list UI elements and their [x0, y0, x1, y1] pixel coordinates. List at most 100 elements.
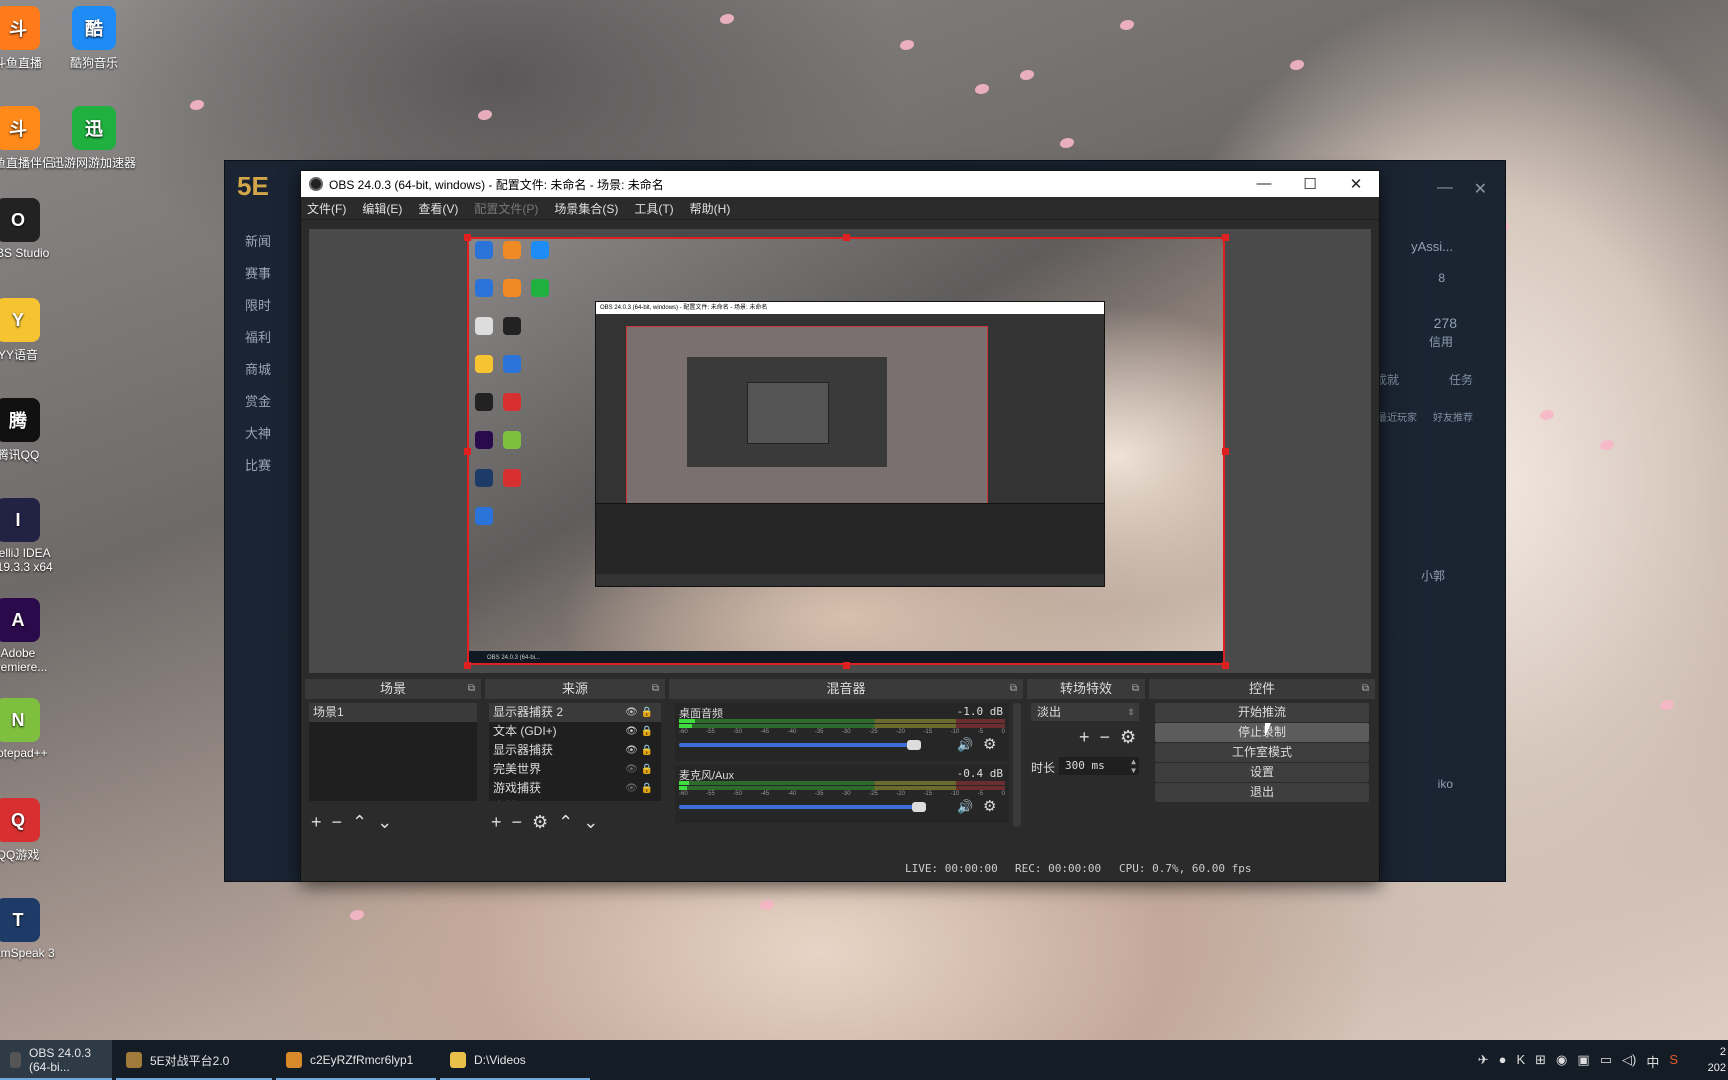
5e-menu-item[interactable]: 赏金	[245, 391, 271, 410]
duration-spinbox[interactable]: 300 ms ▲ ▼	[1059, 757, 1139, 775]
selection-handle[interactable]	[1222, 234, 1229, 241]
add-transition-icon[interactable]: +	[1079, 727, 1090, 748]
obs-titlebar[interactable]: OBS 24.0.3 (64-bit, windows) - 配置文件: 未命名…	[301, 171, 1379, 197]
speaker-icon[interactable]: 🔊	[957, 799, 973, 815]
speaker-icon[interactable]: 🔊	[957, 737, 973, 753]
obs-menu-item[interactable]: 工具(T)	[634, 200, 673, 217]
spin-arrows-icon[interactable]: ▲ ▼	[1131, 757, 1136, 775]
taskbar-item[interactable]: D:\Videos	[440, 1040, 590, 1080]
move-down-icon[interactable]: ⌄	[583, 812, 598, 833]
source-settings-icon[interactable]: ⚙	[532, 812, 548, 833]
5e-friend-name[interactable]: 小郭	[1421, 567, 1445, 584]
tray-sogou-icon[interactable]: S	[1669, 1052, 1678, 1071]
5e-menu-item[interactable]: 新闻	[245, 231, 271, 250]
mixer-scrollbar[interactable]	[1013, 703, 1021, 827]
desktop-icon[interactable]: 迅迅游网游加速器	[48, 106, 140, 171]
desktop-icon[interactable]: A Adobe Premiere...	[0, 598, 64, 674]
5e-menu-item[interactable]: 限时	[245, 295, 271, 314]
source-item[interactable]: 显示器捕获 👁 🔒	[489, 741, 661, 760]
obs-menu-item[interactable]: 场景集合(S)	[554, 200, 618, 217]
exit-button[interactable]: 退出	[1155, 783, 1369, 802]
desktop-icon[interactable]: 酷酷狗音乐	[48, 6, 140, 71]
preview-canvas[interactable]: OBS 24.0.3 (64-bit, windows) - 配置文件: 未命名…	[467, 237, 1225, 665]
eye-icon[interactable]: 👁	[625, 783, 638, 794]
desktop-icon[interactable]: O OBS Studio	[0, 198, 64, 260]
close-icon[interactable]: ✕	[1474, 179, 1487, 199]
minimize-icon[interactable]: —	[1437, 179, 1453, 197]
source-item[interactable]: 完美世界 👁 🔒	[489, 760, 661, 779]
settings-button[interactable]: 设置	[1155, 763, 1369, 782]
dock-float-icon[interactable]: ⧉	[1132, 679, 1139, 699]
selection-handle[interactable]	[843, 234, 850, 241]
selection-handle[interactable]	[464, 234, 471, 241]
taskbar-item[interactable]: 5E对战平台2.0	[116, 1040, 272, 1080]
obs-menu-item[interactable]: 查看(V)	[418, 200, 458, 217]
eye-icon[interactable]: 👁	[625, 726, 638, 737]
start-streaming-button[interactable]: 开始推流	[1155, 703, 1369, 722]
lock-icon[interactable]: 🔒	[638, 764, 653, 775]
5e-subtab-recommend[interactable]: 好友推荐	[1433, 409, 1473, 424]
dock-float-icon[interactable]: ⧉	[1362, 679, 1369, 699]
tray-volume-icon[interactable]: ◁)	[1622, 1052, 1636, 1071]
tray-app2-icon[interactable]: ⊞	[1535, 1052, 1546, 1071]
taskbar-item[interactable]: OBS 24.0.3 (64-bi...	[0, 1040, 112, 1080]
close-button[interactable]: ✕	[1333, 175, 1379, 193]
eye-icon[interactable]: 👁	[625, 745, 638, 756]
obs-menu-item[interactable]: 帮助(H)	[690, 200, 731, 217]
desktop-icon[interactable]: I IntelliJ IDEA 2019.3.3 x64	[0, 498, 64, 574]
selection-handle[interactable]	[1222, 662, 1229, 669]
tray-network-icon[interactable]: ▭	[1600, 1052, 1612, 1071]
obs-preview-area[interactable]: OBS 24.0.3 (64-bit, windows) - 配置文件: 未命名…	[309, 229, 1371, 673]
taskbar-clock[interactable]: 2 202	[1708, 1044, 1726, 1076]
minimize-button[interactable]: —	[1241, 175, 1287, 193]
move-up-icon[interactable]: ⌃	[352, 812, 367, 833]
remove-transition-icon[interactable]: −	[1100, 727, 1111, 748]
remove-scene-icon[interactable]: −	[332, 812, 343, 833]
volume-slider-knob[interactable]	[907, 740, 921, 750]
source-item[interactable]: 文本 (GDI+) 👁 🔒	[489, 722, 661, 741]
tray-app-icon[interactable]: ●	[1499, 1052, 1507, 1071]
lock-icon[interactable]: 🔒	[638, 726, 653, 737]
tray-kugou-icon[interactable]: K	[1516, 1052, 1525, 1071]
move-down-icon[interactable]: ⌄	[377, 812, 392, 833]
eye-icon[interactable]: 👁	[625, 707, 638, 718]
5e-menu-item[interactable]: 商城	[245, 359, 271, 378]
desktop-icon[interactable]: Q QQ游戏	[0, 798, 64, 863]
desktop-icon[interactable]: N Notepad++	[0, 698, 64, 760]
5e-menu-item[interactable]: 福利	[245, 327, 271, 346]
volume-slider[interactable]	[679, 743, 919, 747]
dock-float-icon[interactable]: ⧉	[468, 679, 475, 699]
eye-icon[interactable]: 👁	[625, 764, 638, 775]
obs-menu-item[interactable]: 编辑(E)	[362, 200, 402, 217]
add-source-icon[interactable]: +	[491, 812, 502, 833]
source-item[interactable]: 游戏捕获 👁 🔒	[489, 779, 661, 798]
stop-recording-button[interactable]: 停止录制	[1155, 723, 1369, 742]
taskbar-item[interactable]: c2EyRZfRmcr6lyp1	[276, 1040, 436, 1080]
selection-handle[interactable]	[1222, 448, 1229, 455]
desktop-icon[interactable]: Y YY语音	[0, 298, 64, 363]
obs-window[interactable]: OBS 24.0.3 (64-bit, windows) - 配置文件: 未命名…	[300, 170, 1380, 882]
gear-icon[interactable]: ⚙	[983, 797, 996, 815]
selection-handle[interactable]	[464, 662, 471, 669]
5e-menu-item[interactable]: 赛事	[245, 263, 271, 282]
dock-float-icon[interactable]: ⧉	[652, 679, 659, 699]
maximize-button[interactable]: ☐	[1287, 175, 1333, 193]
selection-handle[interactable]	[464, 448, 471, 455]
5e-menu-item[interactable]: 大神	[245, 423, 271, 442]
desktop-icon[interactable]: 腾腾讯QQ	[0, 398, 64, 463]
volume-slider[interactable]	[679, 805, 924, 809]
desktop-icon[interactable]: T TeamSpeak 3	[0, 898, 64, 960]
tray-arrow-icon[interactable]: ✈	[1478, 1052, 1489, 1071]
obs-menu-item[interactable]: 文件(F)	[307, 200, 346, 217]
selection-handle[interactable]	[843, 662, 850, 669]
add-scene-icon[interactable]: +	[311, 812, 322, 833]
transition-select[interactable]: 淡出 ⇳	[1031, 703, 1139, 721]
5e-subtab-recent[interactable]: 最近玩家	[1377, 409, 1417, 424]
transition-settings-icon[interactable]: ⚙	[1120, 727, 1136, 748]
5e-tab-task[interactable]: 任务	[1449, 371, 1473, 388]
scene-list[interactable]: 场景1	[309, 703, 477, 801]
tray-steam-icon[interactable]: ◉	[1556, 1052, 1567, 1071]
move-up-icon[interactable]: ⌃	[558, 812, 573, 833]
lock-icon[interactable]: 🔒	[638, 783, 653, 794]
lock-icon[interactable]: 🔒	[638, 707, 653, 718]
